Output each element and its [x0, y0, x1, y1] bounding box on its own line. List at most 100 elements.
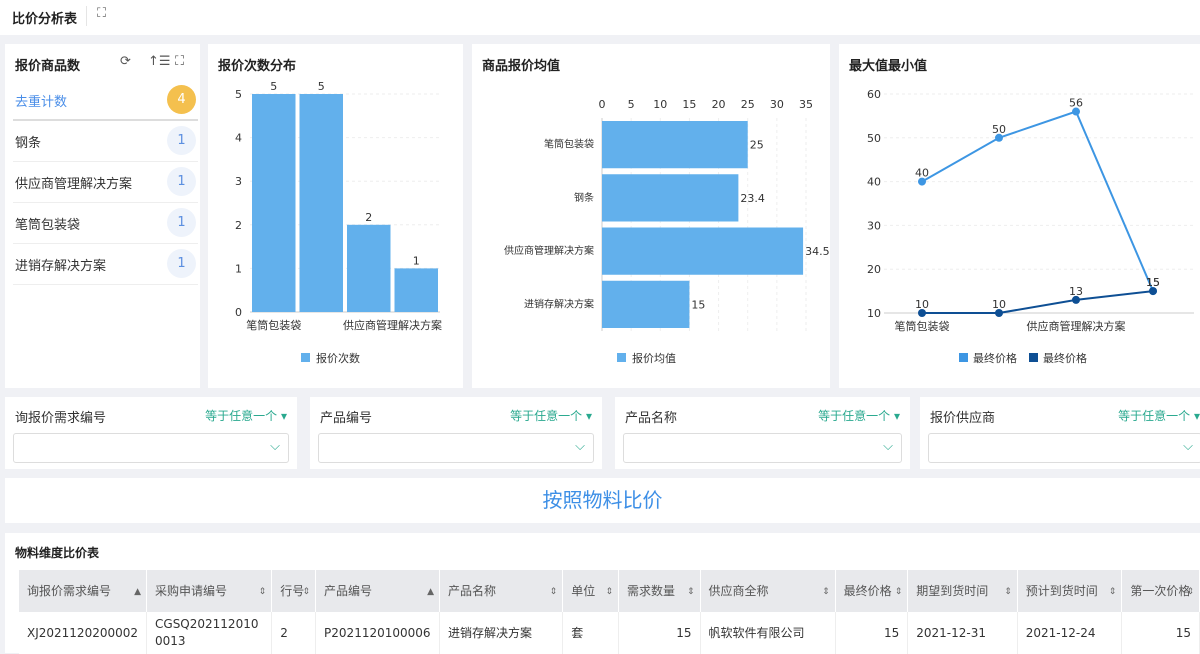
column-header[interactable]: 询报价需求编号 ▲ — [19, 570, 148, 612]
column-header-label: 需求数量 — [626, 583, 675, 598]
column-header[interactable]: 期望到货时间 ⇕ — [907, 570, 1018, 612]
filter-select[interactable]: ⌵ — [13, 433, 289, 463]
legend-swatch — [1029, 353, 1038, 362]
sort-icon[interactable]: ⇕ — [550, 584, 558, 601]
data-label: 15 — [691, 298, 705, 311]
list-item[interactable]: 供应商管理解决方案 1 — [13, 162, 198, 203]
table-cell: CGSQ2021120100013 — [146, 612, 273, 654]
sort-icon[interactable]: ⇕ — [1186, 584, 1194, 601]
data-label: 13 — [1069, 285, 1083, 298]
count-badge: 4 — [167, 85, 196, 114]
column-header-label: 产品名称 — [448, 583, 497, 598]
table-cell: 2 — [271, 612, 317, 654]
column-header[interactable]: 供应商全称 ⇕ — [700, 570, 836, 612]
filter-card: 报价供应商 等于任意一个 ▾ ⌵ — [920, 397, 1200, 469]
card-title: 报价商品数 — [15, 59, 81, 74]
sort-icon[interactable]: ⇕ — [895, 584, 903, 601]
list-item[interactable]: 笔筒包装袋 1 — [13, 203, 198, 244]
filter-card: 产品编号 等于任意一个 ▾ ⌵ — [310, 397, 602, 469]
filter-select[interactable]: ⌵ — [928, 433, 1200, 463]
column-header[interactable]: 第一次价格 ⇕ — [1121, 570, 1200, 612]
chart-max-min: 最大值最小值 10 20 30 40 50 60 笔筒包装袋 供应商管理解决方案 40 50 56 1… — [839, 44, 1200, 388]
sort-icon[interactable]: ⇕ — [1004, 584, 1012, 601]
card-product-count: 报价商品数 ⟳ ↑☰ ⛶ 去重计数 4 钢条 1 供应商管理解决方案 1 笔筒包装袋 1 进销存… — [5, 44, 200, 388]
bar — [299, 94, 343, 312]
list-item-label: 供应商管理解决方案 — [15, 177, 133, 192]
filter-operator: 等于任意一个 — [1118, 409, 1191, 423]
list-item[interactable]: 进销存解决方案 1 — [13, 244, 198, 285]
chevron-down-icon: ⌵ — [883, 439, 893, 454]
sort-icon[interactable]: ⇕ — [259, 584, 267, 601]
sort-icon[interactable]: ⇕ — [605, 584, 613, 601]
filter-select[interactable]: ⌵ — [623, 433, 902, 463]
filter-label: 询报价需求编号 — [15, 411, 107, 426]
x-tick-label: 20 — [712, 98, 726, 111]
column-header-label: 产品编号 — [324, 583, 373, 598]
sort-icon[interactable]: ⇕ — [822, 584, 830, 601]
filter-operator: 等于任意一个 — [510, 409, 583, 423]
data-label: 10 — [992, 298, 1006, 311]
filter-operator-dropdown[interactable]: 等于任意一个 ▾ — [205, 407, 287, 424]
bar — [394, 268, 438, 312]
filter-card: 询报价需求编号 等于任意一个 ▾ ⌵ — [5, 397, 297, 469]
column-header[interactable]: 预计到货时间 ⇕ — [1017, 570, 1123, 612]
data-label: 1 — [413, 254, 420, 267]
fullscreen-icon[interactable]: ⛶ — [97, 6, 106, 21]
list-item[interactable]: 钢条 1 — [13, 121, 198, 162]
filter-operator-dropdown[interactable]: 等于任意一个 ▾ — [510, 407, 592, 424]
column-header[interactable]: 产品名称 ⇕ — [439, 570, 564, 612]
table-row[interactable]: XJ2021120200002 CGSQ2021120100013 2 P202112… — [19, 612, 1200, 654]
data-table: 询报价需求编号 ▲ 采购申请编号 ⇕ 行号 ⇕ 产品编号 ▲ 产品名称 ⇕ 单位 ⇕ 需求数量 ⇕ 供应商全… — [19, 570, 1200, 654]
bar — [602, 280, 690, 328]
bar — [602, 227, 804, 275]
sort-icon[interactable]: ▲ — [134, 584, 141, 601]
x-tick-label: 35 — [799, 98, 813, 111]
sort-icon[interactable]: ⇕ — [687, 584, 695, 601]
column-header-label: 预计到货时间 — [1025, 583, 1098, 598]
refresh-icon[interactable]: ⟳ — [120, 54, 131, 69]
series-line — [921, 110, 1154, 292]
top-bar — [0, 0, 1200, 35]
sort-icon[interactable]: ↑☰ — [148, 54, 171, 69]
filter-operator: 等于任意一个 — [818, 409, 891, 423]
x-tick-label: 0 — [599, 98, 606, 111]
legend-label: 报价次数 — [316, 351, 360, 365]
filter-select[interactable]: ⌵ — [318, 433, 594, 463]
column-header[interactable]: 采购申请编号 ⇕ — [146, 570, 273, 612]
column-header-label: 单位 — [571, 583, 596, 598]
y-tick-label: 进销存解决方案 — [524, 297, 594, 310]
table-cell: P2021120100006 — [315, 612, 441, 654]
filter-operator-dropdown[interactable]: 等于任意一个 ▾ — [818, 407, 900, 424]
fullscreen-icon[interactable]: ⛶ — [175, 54, 184, 69]
filter-operator-dropdown[interactable]: 等于任意一个 ▾ — [1118, 407, 1200, 424]
filter-label: 产品编号 — [320, 411, 373, 426]
sort-icon[interactable]: ▲ — [427, 584, 434, 601]
column-header-label: 最终价格 — [843, 583, 892, 598]
column-header[interactable]: 单位 ⇕ — [562, 570, 619, 612]
column-header-label: 期望到货时间 — [916, 583, 989, 598]
filter-label: 报价供应商 — [930, 411, 996, 426]
bar — [602, 121, 748, 169]
table-cell: 15 — [1121, 612, 1200, 654]
y-tick-label: 20 — [867, 263, 881, 276]
chevron-down-icon: ⌵ — [575, 439, 585, 454]
x-tick-label: 25 — [741, 98, 755, 111]
y-tick-label: 笔筒包装袋 — [544, 138, 594, 151]
list-item[interactable]: 去重计数 4 — [13, 80, 198, 121]
data-label: 5 — [318, 80, 325, 93]
column-header[interactable]: 产品编号 ▲ — [315, 570, 441, 612]
count-badge: 1 — [167, 167, 196, 196]
column-header-label: 采购申请编号 — [155, 583, 228, 598]
column-header[interactable]: 行号 ⇕ — [271, 570, 317, 612]
bar — [347, 224, 391, 312]
data-label: 15 — [1146, 276, 1160, 289]
column-header[interactable]: 需求数量 ⇕ — [618, 570, 701, 612]
column-header-label: 行号 — [280, 583, 305, 598]
sort-icon[interactable]: ⇕ — [303, 584, 311, 601]
column-header-label: 询报价需求编号 — [27, 583, 112, 598]
sort-icon[interactable]: ⇕ — [1109, 584, 1117, 601]
data-label: 5 — [270, 80, 277, 93]
column-header[interactable]: 最终价格 ⇕ — [835, 570, 909, 612]
table-cell: 2021-12-24 — [1017, 612, 1123, 654]
x-tick-label: 笔筒包装袋 — [895, 319, 950, 333]
